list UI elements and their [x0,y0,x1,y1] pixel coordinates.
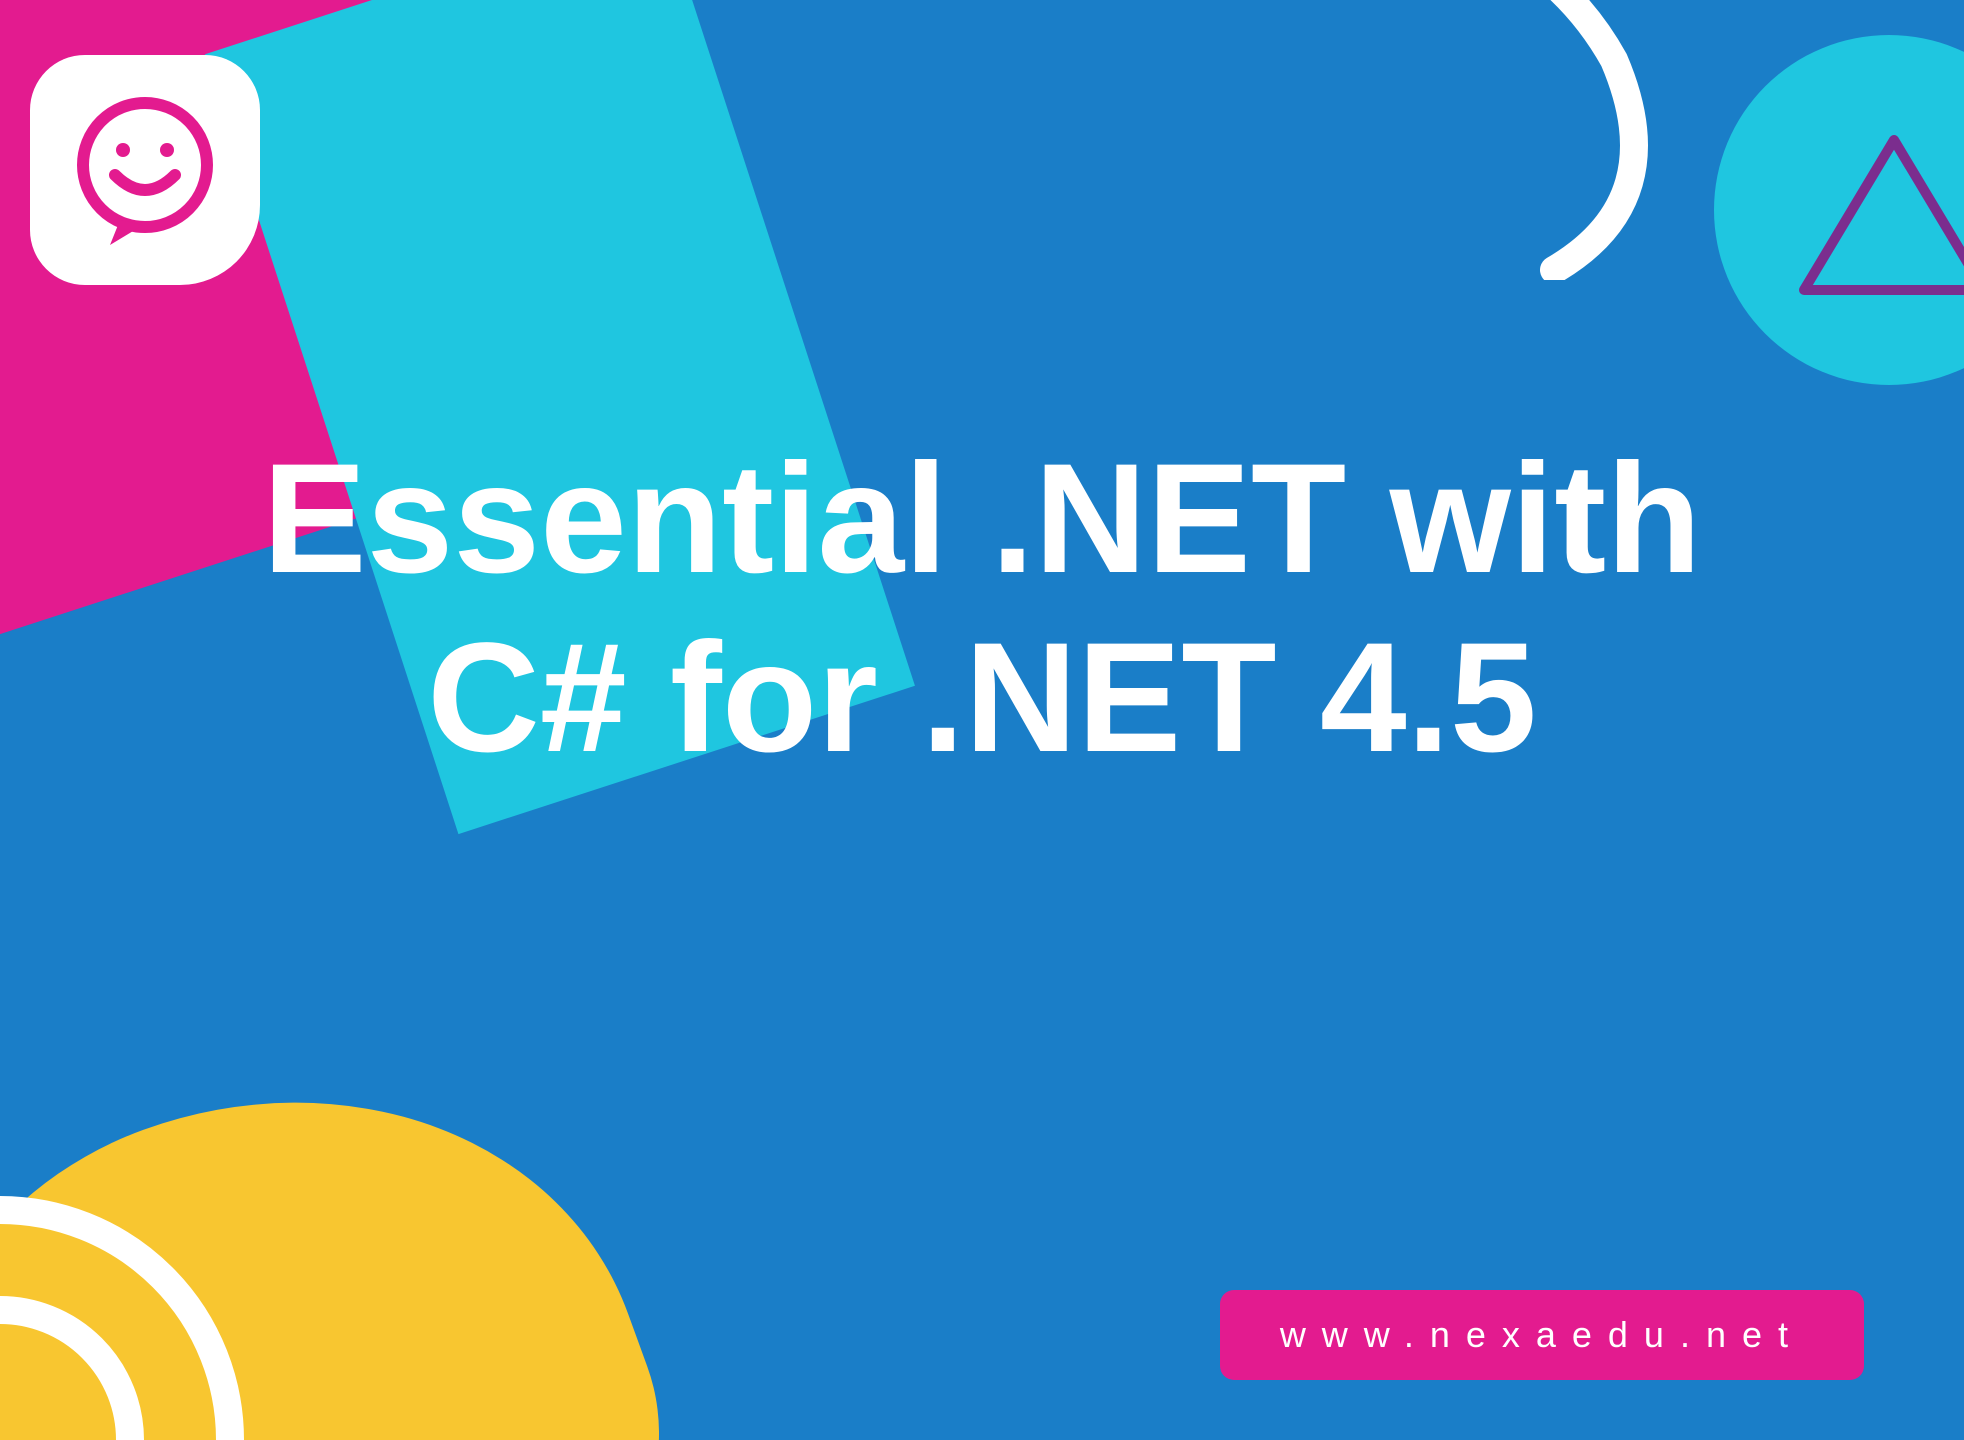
triangle-decoration [1794,130,1964,300]
website-url-badge: www.nexaedu.net [1220,1290,1864,1380]
white-arcs-decoration [0,1070,370,1440]
smiley-icon [65,90,225,250]
course-title: Essential .NET with C# for .NET 4.5 [196,430,1767,789]
smiley-badge [30,55,260,285]
white-curve-decoration [1114,0,1664,280]
promotional-banner: Essential .NET with C# for .NET 4.5 www.… [0,0,1964,1440]
